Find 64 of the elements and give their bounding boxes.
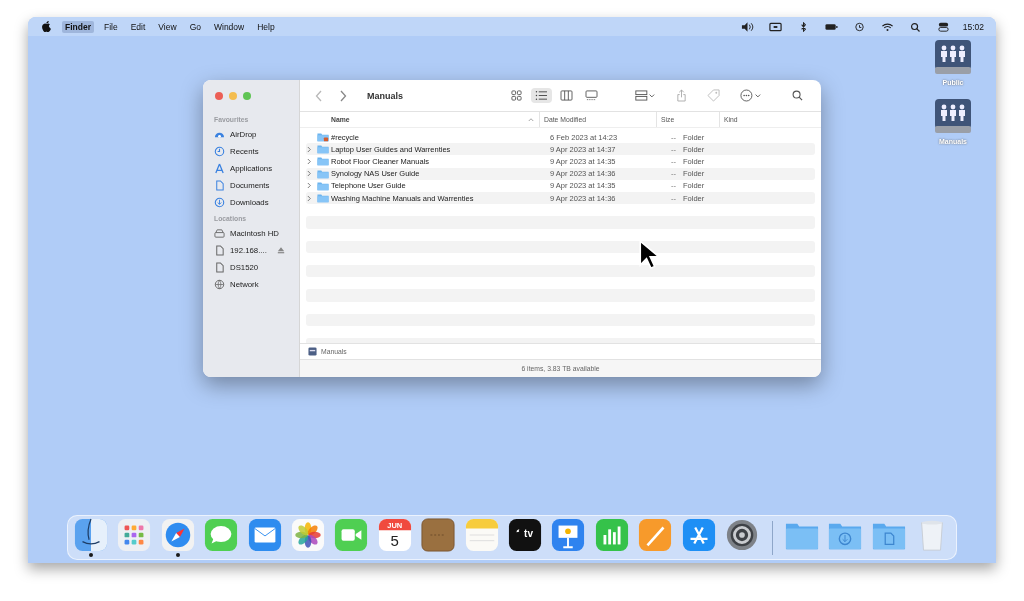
search-icon[interactable] <box>908 21 922 32</box>
menu-item[interactable]: Help <box>254 20 278 33</box>
calendar-day: 5 <box>390 531 399 549</box>
app-grid-icon[interactable] <box>117 518 152 552</box>
back-icon[interactable] <box>315 89 323 102</box>
gallery-icon <box>585 90 598 101</box>
menu-item[interactable]: File <box>101 20 121 33</box>
search-icon[interactable] <box>792 90 803 101</box>
network-drive-icon[interactable] <box>933 98 973 134</box>
disclosure-chevron-icon[interactable] <box>307 182 312 190</box>
menu-item[interactable]: Go <box>186 20 204 33</box>
group-icon[interactable] <box>634 90 656 101</box>
screen-mirror-icon[interactable] <box>768 21 782 32</box>
video-camera-icon[interactable] <box>334 518 369 552</box>
envelope-icon[interactable] <box>247 518 282 552</box>
calendar-icon[interactable] <box>377 518 412 552</box>
time-machine-icon[interactable] <box>852 21 866 32</box>
document-icon <box>214 262 225 273</box>
bar-chart-icon[interactable] <box>594 518 629 552</box>
disclosure-chevron-icon[interactable] <box>307 170 312 178</box>
drive-icon <box>214 228 225 239</box>
control-center-icon[interactable] <box>936 21 950 32</box>
columns-icon <box>560 90 573 101</box>
tv-label: tv <box>524 527 533 539</box>
menu-item[interactable]: Finder <box>62 20 94 33</box>
close-button[interactable] <box>215 92 223 100</box>
apple-icon[interactable] <box>42 21 52 32</box>
flower-icon[interactable] <box>290 518 325 552</box>
pointer-cursor-icon <box>639 240 659 270</box>
menu-item[interactable]: View <box>155 20 180 33</box>
applications-icon <box>214 163 225 174</box>
podium-icon[interactable] <box>551 518 586 552</box>
zoom-button[interactable] <box>243 92 251 100</box>
list-icon <box>535 90 548 101</box>
finder-face-icon[interactable] <box>73 518 108 552</box>
share-icon[interactable] <box>676 89 687 102</box>
menu-item[interactable]: Window <box>210 20 248 33</box>
list-view-button[interactable] <box>531 88 552 103</box>
compass-icon[interactable] <box>160 518 195 552</box>
app-store-icon[interactable] <box>681 518 716 552</box>
tv-app-icon[interactable] <box>507 518 542 552</box>
wifi-icon[interactable] <box>880 21 894 32</box>
speech-bubble-icon[interactable] <box>204 518 239 552</box>
document-icon <box>214 245 225 256</box>
disclosure-chevron-icon[interactable] <box>307 157 312 165</box>
notepad-icon[interactable] <box>421 518 456 552</box>
pen-icon[interactable] <box>638 518 673 552</box>
icons-icon <box>510 90 523 101</box>
volume-icon[interactable] <box>740 21 754 32</box>
more-icon[interactable] <box>740 89 762 102</box>
disclosure-chevron-icon[interactable] <box>307 194 312 202</box>
forward-icon[interactable] <box>339 89 347 102</box>
window-title: Manuals <box>367 90 403 101</box>
globe-icon <box>214 279 225 290</box>
disclosure-chevron-icon[interactable] <box>307 145 312 153</box>
clock-time[interactable]: 15:02 <box>962 21 984 32</box>
battery-icon[interactable] <box>824 21 838 32</box>
drive-icon <box>308 347 317 356</box>
menu-item[interactable]: Edit <box>127 20 149 33</box>
eject-icon[interactable] <box>277 247 285 254</box>
network-drive-icon[interactable] <box>933 39 973 75</box>
download-icon <box>214 197 225 208</box>
document-icon <box>214 180 225 191</box>
clock-icon <box>214 146 225 157</box>
